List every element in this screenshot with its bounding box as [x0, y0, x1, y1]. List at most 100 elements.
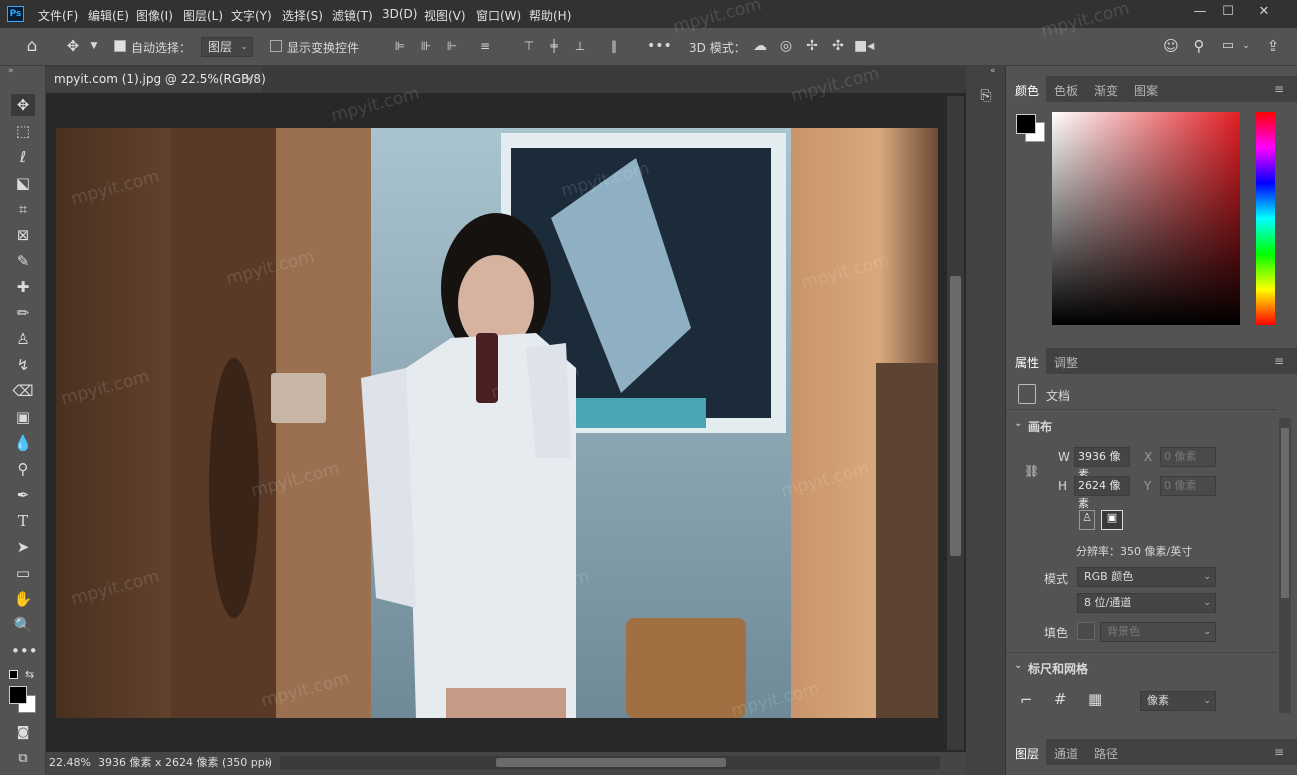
vertical-scrollbar-thumb[interactable]	[950, 276, 961, 556]
menu-file[interactable]: 文件(F)	[38, 7, 78, 24]
more-options-icon[interactable]: •••	[647, 36, 672, 56]
auto-select-target-dropdown[interactable]: 图层 ⌄	[201, 37, 253, 57]
tab-paths[interactable]: 路径	[1094, 745, 1118, 762]
vertical-scrollbar[interactable]	[947, 96, 964, 750]
marquee-tool-icon[interactable]: ⬚	[11, 120, 35, 142]
rectangle-tool-icon[interactable]: ▭	[11, 562, 35, 584]
history-brush-tool-icon[interactable]: ↯	[11, 354, 35, 376]
3d-roll-icon[interactable]: ◎	[776, 36, 796, 56]
gradient-tool-icon[interactable]: ▣	[11, 406, 35, 428]
horizontal-scrollbar[interactable]	[280, 756, 940, 769]
status-menu-arrow[interactable]: ›	[266, 753, 270, 773]
panel-menu-icon[interactable]: ≡	[1274, 745, 1284, 759]
zoom-tool-icon[interactable]: 🔍	[11, 614, 35, 636]
distribute-vertical-icon[interactable]: ‖	[605, 36, 623, 56]
distribute-icon[interactable]: ≡	[476, 36, 494, 56]
move-tool-icon[interactable]: ✥	[11, 94, 35, 116]
align-right-icon[interactable]: ⊩	[443, 36, 461, 56]
close-window-button[interactable]: ✕	[1251, 2, 1277, 22]
fill-color-swatch[interactable]	[1077, 622, 1095, 640]
close-tab-icon[interactable]: ×	[244, 67, 254, 91]
menu-view[interactable]: 视图(V)	[424, 7, 466, 24]
chevron-down-icon[interactable]: ▼	[88, 36, 100, 56]
menu-layer[interactable]: 图层(L)	[183, 7, 223, 24]
history-panel-icon[interactable]: ⎘	[974, 88, 998, 110]
menu-image[interactable]: 图像(I)	[136, 7, 173, 24]
collapse-icon[interactable]: «	[990, 66, 996, 76]
menu-help[interactable]: 帮助(H)	[529, 7, 571, 24]
tab-patterns[interactable]: 图案	[1134, 82, 1158, 99]
3d-scale-icon[interactable]: ■◂	[854, 36, 874, 56]
collapse-icon[interactable]: »	[8, 66, 14, 76]
chevron-down-icon[interactable]: ⌄	[1014, 418, 1022, 429]
tab-swatches[interactable]: 色板	[1054, 82, 1078, 99]
3d-slide-icon[interactable]: ✣	[828, 36, 848, 56]
properties-scrollbar[interactable]	[1279, 418, 1291, 713]
tab-adjustments[interactable]: 调整	[1054, 354, 1078, 371]
type-tool-icon[interactable]: T	[11, 510, 35, 532]
move-tool-icon[interactable]: ✥	[62, 36, 84, 56]
rulers-grid-section-title[interactable]: 标尺和网格	[1028, 660, 1088, 677]
color-field[interactable]	[1052, 112, 1240, 325]
menu-filter[interactable]: 滤镜(T)	[332, 7, 373, 24]
panel-menu-icon[interactable]: ≡	[1274, 354, 1284, 368]
lasso-tool-icon[interactable]: ℓ	[11, 146, 35, 168]
default-colors-icon[interactable]	[9, 670, 18, 679]
share-icon[interactable]: ⇪	[1263, 36, 1283, 56]
foreground-color-swatch[interactable]	[1016, 114, 1036, 134]
user-share-icon[interactable]: ☺	[1161, 36, 1181, 56]
search-icon[interactable]: ⚲	[1189, 36, 1209, 56]
ruler-icon[interactable]: ⌐	[1020, 691, 1033, 709]
foreground-color-swatch[interactable]	[9, 686, 27, 704]
minimize-button[interactable]: —	[1187, 2, 1213, 22]
width-field[interactable]: 3936 像素	[1074, 447, 1130, 481]
properties-scrollbar-thumb[interactable]	[1281, 428, 1289, 598]
portrait-orientation-icon[interactable]: ♙	[1079, 510, 1095, 530]
object-select-tool-icon[interactable]: ⬕	[11, 172, 35, 194]
grid-icon[interactable]: #	[1054, 690, 1067, 708]
tab-properties[interactable]: 属性	[1015, 354, 1039, 371]
screen-mode-icon[interactable]: ⧉	[11, 748, 35, 770]
horizontal-scrollbar-thumb[interactable]	[496, 758, 726, 767]
align-middle-v-icon[interactable]: ╪	[545, 36, 563, 56]
ruler-units-dropdown[interactable]: 像素 ⌄	[1140, 691, 1216, 711]
healing-brush-tool-icon[interactable]: ✚	[11, 276, 35, 298]
brush-tool-icon[interactable]: ✏	[11, 302, 35, 324]
crop-tool-icon[interactable]: ⌗	[11, 198, 35, 220]
hue-slider[interactable]	[1256, 112, 1275, 325]
x-field[interactable]: 0 像素	[1160, 447, 1216, 467]
chevron-down-icon[interactable]: ⌄	[1240, 36, 1252, 56]
menu-window[interactable]: 窗口(W)	[476, 7, 521, 24]
canvas-image[interactable]	[56, 128, 938, 718]
dodge-tool-icon[interactable]: ⚲	[11, 458, 35, 480]
chevron-down-icon[interactable]: ⌄	[1014, 660, 1022, 671]
quick-mask-icon[interactable]: ◙	[11, 722, 35, 744]
menu-edit[interactable]: 编辑(E)	[88, 7, 129, 24]
tab-color[interactable]: 颜色	[1015, 82, 1039, 99]
align-left-icon[interactable]: ⊫	[391, 36, 409, 56]
3d-rotate-icon[interactable]: ☁	[750, 36, 770, 56]
tab-gradients[interactable]: 渐变	[1094, 82, 1118, 99]
fill-dropdown[interactable]: 背景色 ⌄	[1100, 622, 1216, 642]
canvas-section-title[interactable]: 画布	[1028, 418, 1052, 435]
tab-layers[interactable]: 图层	[1015, 745, 1039, 762]
landscape-orientation-icon[interactable]: ▣	[1101, 510, 1123, 530]
menu-select[interactable]: 选择(S)	[282, 7, 323, 24]
show-transform-checkbox[interactable]	[270, 40, 282, 52]
link-icon[interactable]: ⛓	[1024, 464, 1039, 478]
eyedropper-tool-icon[interactable]: ✎	[11, 250, 35, 272]
workspace-icon[interactable]: ▭	[1218, 36, 1238, 56]
zoom-level[interactable]: 22.48%	[49, 753, 91, 773]
bit-depth-dropdown[interactable]: 8 位/通道 ⌄	[1077, 593, 1216, 613]
document-tab[interactable]: mpyit.com (1).jpg @ 22.5%(RGB/8) ×	[46, 67, 266, 92]
pixel-grid-icon[interactable]: ▦	[1088, 690, 1102, 708]
align-top-icon[interactable]: ⊤	[520, 36, 538, 56]
3d-pan-icon[interactable]: ✢	[802, 36, 822, 56]
color-mode-dropdown[interactable]: RGB 颜色 ⌄	[1077, 567, 1216, 587]
auto-select-checkbox[interactable]	[114, 40, 126, 52]
align-bottom-icon[interactable]: ⊥	[571, 36, 589, 56]
clone-stamp-tool-icon[interactable]: ♙	[11, 328, 35, 350]
maximize-button[interactable]: ☐	[1215, 2, 1241, 22]
pen-tool-icon[interactable]: ✒	[11, 484, 35, 506]
menu-type[interactable]: 文字(Y)	[231, 7, 272, 24]
